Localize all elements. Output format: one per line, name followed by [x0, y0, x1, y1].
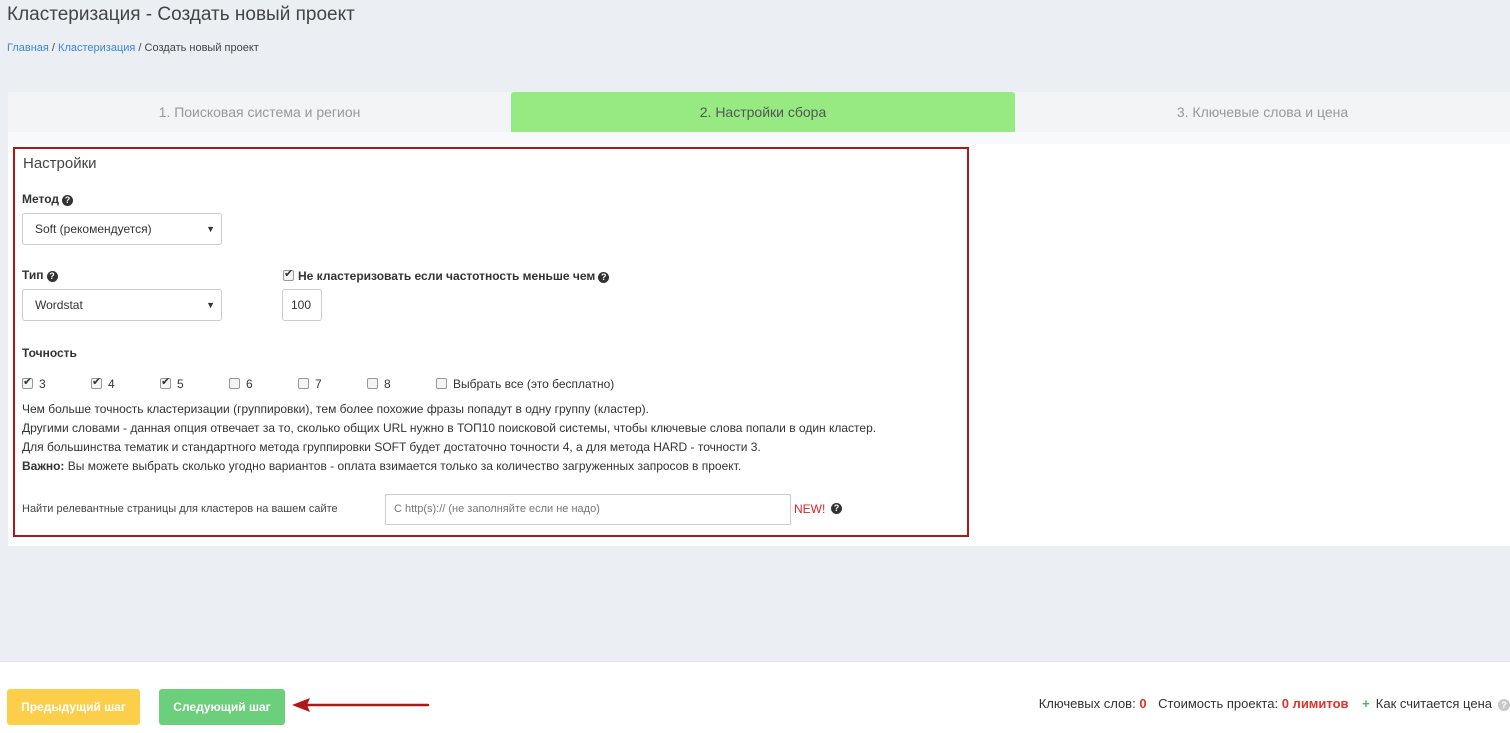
threshold-input[interactable]: 100	[282, 289, 322, 321]
question-circle-icon[interactable]: ?	[831, 503, 842, 514]
settings-box: Настройки	[13, 147, 969, 537]
important-label: Важно:	[22, 459, 65, 473]
wizard-tabs: 1. Поисковая система и регион 2. Настрой…	[8, 92, 1510, 132]
breadcrumb-section-link[interactable]: Кластеризация	[58, 42, 135, 54]
precision-checkbox[interactable]	[22, 375, 33, 389]
precision-option-7[interactable]: 7	[298, 377, 322, 391]
keywords-count-label: Ключевых слов:	[1038, 696, 1136, 711]
select-all-label: Выбрать все (это бесплатно)	[453, 377, 615, 391]
description-line: Другими словами - данная опция отвечает …	[22, 421, 877, 435]
important-text: Вы можете выбрать сколько угодно вариант…	[64, 459, 742, 473]
tab-keywords-price[interactable]: 3. Ключевые слова и цена	[1015, 92, 1510, 132]
project-stats: Ключевых слов: 0 Стоимость проекта: 0 ли…	[1039, 696, 1510, 711]
previous-step-button[interactable]: Предыдущий шаг	[7, 689, 140, 725]
how-price-link[interactable]: Как считается цена	[1376, 696, 1492, 711]
threshold-label: Не кластеризовать если частотность меньш…	[298, 269, 596, 283]
keywords-count-value: 0	[1139, 696, 1147, 711]
precision-select-all[interactable]: Выбрать все (это бесплатно)	[436, 377, 614, 391]
precision-description: Чем больше точность кластеризации (групп…	[22, 400, 957, 476]
precision-option-label: 8	[384, 377, 391, 391]
description-line: Для большинства тематик и стандартного м…	[22, 440, 761, 454]
type-label: Тип?	[22, 268, 58, 282]
description-line: Чем больше точность кластеризации (групп…	[22, 402, 649, 416]
tab-search-engine-region[interactable]: 1. Поисковая система и регион	[8, 92, 511, 132]
settings-title: Настройки	[23, 155, 97, 172]
precision-option-label: 7	[315, 377, 322, 391]
select-all-checkbox[interactable]	[436, 378, 447, 389]
precision-option-5[interactable]: 5	[160, 375, 184, 391]
breadcrumb-home-link[interactable]: Главная	[7, 42, 49, 54]
precision-checkbox[interactable]	[367, 378, 378, 389]
precision-option-label: 4	[108, 377, 115, 391]
plus-icon[interactable]: +	[1362, 696, 1370, 711]
precision-option-label: 3	[39, 377, 46, 391]
question-circle-icon[interactable]: ?	[46, 271, 58, 282]
breadcrumb-separator: /	[48, 42, 59, 54]
precision-option-label: 5	[177, 377, 184, 391]
question-circle-icon[interactable]: ?	[598, 272, 610, 283]
method-label: Метод?	[22, 192, 74, 206]
caret-down-icon: ▼	[206, 224, 215, 234]
project-cost-label: Стоимость проекта:	[1158, 696, 1279, 711]
type-selected-value: Wordstat	[35, 298, 83, 312]
description-important: Важно: Вы можете выбрать сколько угодно …	[22, 457, 957, 476]
breadcrumb-separator: /	[135, 42, 145, 54]
precision-option-6[interactable]: 6	[229, 377, 253, 391]
precision-option-8[interactable]: 8	[367, 377, 391, 391]
arrow-pointer-icon	[292, 698, 430, 712]
precision-option-3[interactable]: 3	[22, 375, 46, 391]
precision-checkbox[interactable]	[298, 378, 309, 389]
new-badge: NEW!	[794, 502, 826, 516]
tab-panel-strip	[8, 132, 1510, 144]
type-label-text: Тип	[22, 268, 44, 282]
method-select[interactable]: Soft (рекомендуется) ▼	[22, 213, 222, 245]
next-step-button[interactable]: Следующий шаг	[159, 689, 285, 725]
question-circle-icon[interactable]: ?	[1498, 699, 1510, 711]
breadcrumb: Главная / Кластеризация / Создать новый …	[7, 42, 259, 54]
precision-checkbox[interactable]	[91, 375, 102, 389]
method-label-text: Метод	[22, 192, 60, 206]
method-selected-value: Soft (рекомендуется)	[35, 222, 152, 236]
type-select[interactable]: Wordstat ▼	[22, 289, 222, 321]
page-title: Кластеризация - Создать новый проект	[7, 4, 355, 25]
relevant-pages-label: Найти релевантные страницы для кластеров…	[22, 503, 338, 515]
site-url-input[interactable]: С http(s):// (не заполняйте если не надо…	[385, 494, 791, 525]
question-circle-icon[interactable]: ?	[62, 195, 74, 206]
threshold-checkbox[interactable]	[283, 267, 294, 281]
precision-checkbox[interactable]	[229, 378, 240, 389]
threshold-option: Не кластеризовать если частотность меньш…	[283, 267, 610, 283]
precision-label: Точность	[22, 346, 77, 360]
breadcrumb-current: Создать новый проект	[144, 42, 259, 54]
tab-collection-settings[interactable]: 2. Настройки сбора	[511, 92, 1015, 132]
project-cost-value: 0 лимитов	[1281, 696, 1349, 711]
precision-option-4[interactable]: 4	[91, 375, 115, 391]
caret-down-icon: ▼	[206, 300, 215, 310]
precision-checkbox[interactable]	[160, 375, 171, 389]
precision-option-label: 6	[246, 377, 253, 391]
